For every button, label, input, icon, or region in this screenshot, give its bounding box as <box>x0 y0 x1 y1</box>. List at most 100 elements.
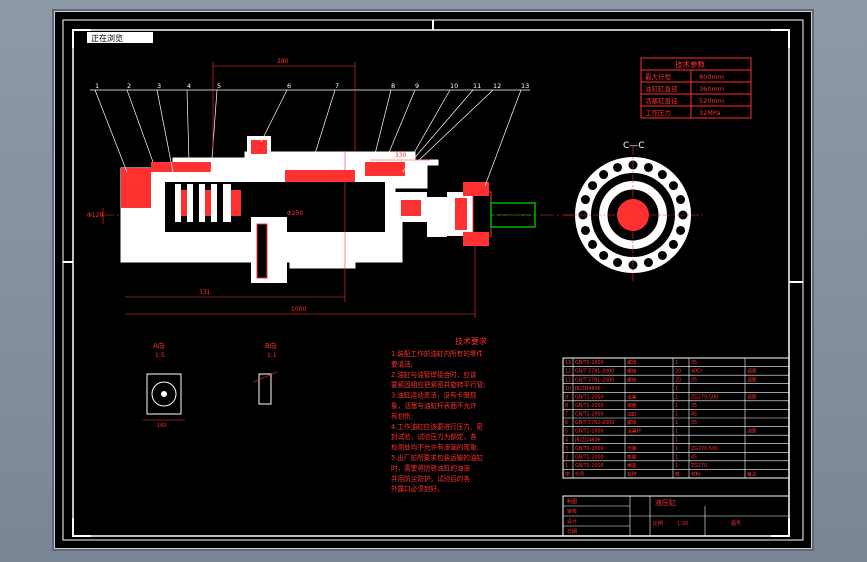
view-b: B向 1:1 <box>252 341 278 405</box>
bom-cell: 调质 <box>747 393 757 400</box>
balloon-5: 5 <box>217 82 221 90</box>
balloon-7: 7 <box>335 82 339 90</box>
bom-cell: 1 <box>675 454 678 460</box>
balloon-2: 2 <box>127 82 131 90</box>
requirement-line: 1.装配工作前油缸内所有的零件 <box>391 349 483 358</box>
section-hole <box>599 250 609 260</box>
bom-cell: 1 <box>675 429 678 435</box>
drawing-tab-label: 正在浏览 <box>91 33 123 43</box>
bom-cell: 1 <box>675 360 678 366</box>
bom-cell: 35 <box>691 377 697 383</box>
bom-cell: 1 <box>675 437 678 443</box>
dim-left: 331 <box>199 289 211 296</box>
balloon-4: 4 <box>187 82 191 90</box>
bom-cell: 调质 <box>747 376 757 383</box>
balloon-9: 9 <box>415 82 419 90</box>
bom-header-cell: 材料 <box>691 471 701 478</box>
section-c-c: C—C <box>565 141 705 282</box>
cylinder-main-view <box>100 136 575 283</box>
section-hole <box>580 225 590 235</box>
bom-cell: GB/T1-2000 <box>575 403 604 409</box>
bom-cell: ZG270-500 <box>691 394 718 400</box>
section-hole <box>588 181 598 191</box>
bom-cell: 螺栓 <box>627 376 637 383</box>
bom-cell: 35 <box>691 403 697 409</box>
bom-cell: 13 <box>565 360 571 366</box>
bom-cell: 10 <box>565 386 571 392</box>
section-hole <box>657 170 667 180</box>
balloon-10: 10 <box>450 82 458 90</box>
bom-cell: ZG270 <box>691 463 707 469</box>
bom-cell: GB/T1-2000 <box>575 446 604 452</box>
section-hole <box>676 195 686 205</box>
bom-cell: 2 <box>565 454 568 460</box>
requirement-line: 封试验，试验压力为额定，各 <box>391 432 477 441</box>
bom-cell: 11 <box>565 377 571 383</box>
requirement-line: 3.油缸运动灵活，没有卡阻现 <box>391 391 477 400</box>
bom-cell: 1 <box>675 403 678 409</box>
section-hole <box>613 162 623 172</box>
dim-top: 280 <box>277 58 289 65</box>
tech-param-value: 32MPa <box>699 109 721 117</box>
section-hole <box>668 181 678 191</box>
bom-cell: GB/T1-2000 <box>575 454 604 460</box>
requirement-line: 4.工作油缸应该要进行压力、密 <box>391 422 483 431</box>
bom-header-cell: 备注 <box>747 471 757 478</box>
bom-cell: 4 <box>565 437 568 443</box>
tech-param-name: 最大行程 <box>645 72 672 81</box>
bom-cell: 1 <box>675 412 678 418</box>
requirement-line: 并用防尘防护，试验后的各 <box>391 474 471 483</box>
tb-scale-label: 比例 <box>653 520 663 527</box>
tech-param-name: 活塞缸直径 <box>645 96 678 105</box>
bom-cell: 1 <box>565 463 568 469</box>
balloon-3: 3 <box>157 82 161 90</box>
tech-param-name: 油缸缸直径 <box>645 84 678 93</box>
bom-cell: 45 <box>691 412 697 418</box>
bom-cell: 螺栓 <box>627 368 637 375</box>
bom-cell: GB/T 5781-2000 <box>575 369 614 375</box>
requirement-line: 5.出厂前所要求包装运输的油缸 <box>391 453 483 462</box>
balloon-12: 12 <box>493 82 501 90</box>
bom-table: 13 GB/T1-2000 螺母 1 3512 GB/T 5781-2000 螺栓 20 40C… <box>562 357 790 479</box>
bom-cell: GB/T1-2000 <box>575 429 604 435</box>
section-hole <box>580 195 590 205</box>
cad-drawing: 正在浏览 1 2 3 4 5 6 7 8 9 10 11 12 13 280 3… <box>62 19 804 541</box>
bom-cell: 35 <box>691 420 697 426</box>
view-a-dim: 160 <box>157 423 167 429</box>
bom-cell: 活塞 <box>627 445 637 452</box>
bom-cell: 8 <box>565 403 568 409</box>
section-hole <box>668 239 678 249</box>
tb-sheet: 图号 <box>731 521 741 527</box>
requirement-line: 时，需要将防锈油缸的油液 <box>391 463 471 472</box>
balloon-1: 1 <box>95 82 99 90</box>
bom-cell: 调质 <box>747 428 757 435</box>
requirements-title: 技术要求 <box>455 336 487 346</box>
balloon-6: 6 <box>287 82 291 90</box>
view-b-scale: 1:1 <box>267 352 277 359</box>
bom-cell: JB/ZQ4606 <box>574 386 601 392</box>
balloon-13: 13 <box>521 82 529 90</box>
tech-requirements: 技术要求 1.装配工作前油缸内所有的零件 要清洁;2.油缸与油管焊接合时，应该 … <box>391 336 487 493</box>
bom-header-cell: 序 <box>565 471 570 478</box>
bom-cell: 20 <box>675 377 681 383</box>
tb-drawn: 制图 <box>567 498 577 505</box>
view-a-scale: 1:5 <box>155 352 165 359</box>
section-hole <box>613 258 623 268</box>
tb-date: 日期 <box>567 529 577 535</box>
bom-cell: 1 <box>675 463 678 469</box>
dim-left-dia: Φ120 <box>87 212 103 219</box>
bom-cell: 7 <box>565 412 568 418</box>
bom-header-cell: 数 <box>675 471 680 478</box>
section-hole <box>676 225 686 235</box>
bom-cell: 钢圈 <box>627 402 637 409</box>
bom-cell: GB/T1-2000 <box>575 394 604 400</box>
requirement-line: 2.油缸与油管焊接合时，应该 <box>391 370 477 379</box>
bom-cell: 垫圈 <box>627 453 637 460</box>
tech-param-name: 工作压力 <box>645 108 671 117</box>
bom-cell: GB/T1-2000 <box>575 412 604 418</box>
cad-viewport[interactable]: 正在浏览 1 2 3 4 5 6 7 8 9 10 11 12 13 280 3… <box>55 12 811 548</box>
section-label: C—C <box>623 141 645 151</box>
bom-cell: 1 <box>675 420 678 426</box>
tb-name: 液压缸 <box>655 498 676 507</box>
requirement-line: 检测处均不允许有渗漏的现象; <box>391 443 479 452</box>
